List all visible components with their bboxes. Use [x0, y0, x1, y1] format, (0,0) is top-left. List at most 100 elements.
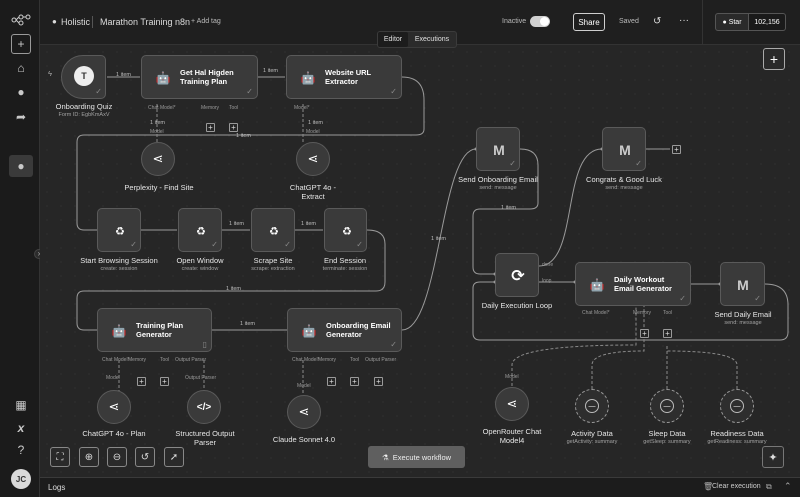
clear-execution-button[interactable]: Clear execution [712, 483, 761, 490]
add-memory-button[interactable]: + [206, 123, 215, 132]
add-node-button[interactable]: + [672, 145, 681, 154]
check-icon: ✓ [390, 340, 397, 349]
node-openrouter-chat-model[interactable]: ⋖ [495, 387, 529, 421]
saved-status: Saved [619, 18, 639, 25]
node-send-onboarding-email[interactable]: M ✓ [476, 127, 520, 171]
node-training-plan-generator[interactable]: 🤖 Training Plan Generator ▯ [97, 308, 212, 352]
workflow-name[interactable]: Marathon Training n8n [100, 17, 190, 27]
check-icon: ✓ [754, 294, 761, 303]
check-icon: ✓ [509, 159, 516, 168]
recycle-icon: ♻ [115, 225, 125, 238]
zoom-out-icon[interactable]: ⊖ [107, 447, 127, 467]
avatar[interactable]: JC [11, 469, 31, 489]
add-memory-button[interactable]: + [327, 377, 336, 386]
edge-label: 1 item [263, 68, 278, 74]
execute-workflow-button[interactable]: ⚗ Execute workflow [368, 446, 465, 468]
node-readiness-data[interactable]: — [720, 389, 754, 423]
node-sublabel: getActivity: summary [566, 439, 618, 445]
history-icon[interactable]: ↺ [653, 16, 661, 27]
help-icon[interactable]: ? [11, 440, 31, 460]
node-open-window[interactable]: ♻ ✓ [178, 208, 222, 252]
node-sublabel: send: message [605, 185, 643, 191]
node-sleep-data[interactable]: — [650, 389, 684, 423]
node-daily-workout-email-generator[interactable]: 🤖 Daily Workout Email Generator ✓ [575, 262, 691, 306]
node-claude-sonnet[interactable]: ⋖ [287, 395, 321, 429]
port-label: Model [306, 129, 320, 135]
zoom-in-icon[interactable]: ⊕ [79, 447, 99, 467]
edge-label: 1 item [431, 236, 446, 242]
tab-editor[interactable]: Editor [378, 32, 408, 47]
add-memory-button[interactable]: + [640, 329, 649, 338]
add-icon[interactable]: + [11, 34, 31, 54]
active-toggle[interactable] [530, 16, 550, 27]
node-title: Get Hal Higden Training Plan [180, 68, 234, 86]
view-tabs: Editor Executions [377, 31, 457, 48]
recycle-icon: ♻ [342, 225, 352, 238]
node-onboarding-quiz[interactable]: T ✓ [61, 55, 106, 99]
node-gpt4o-plan[interactable]: ⋖ [97, 390, 131, 424]
project-name[interactable]: Holistic [61, 17, 90, 27]
ask-ai-icon[interactable]: ✦ [762, 446, 784, 468]
node-gpt4o-extract[interactable]: ⋖ [296, 142, 330, 176]
edge-label: 1 item [150, 120, 165, 126]
node-sublabel: create: session [100, 266, 138, 272]
templates-icon[interactable]: ▦ [11, 395, 31, 415]
node-congrats-good-luck[interactable]: M ✓ [602, 127, 646, 171]
tidy-up-icon[interactable]: ➚ [164, 447, 184, 467]
reset-zoom-icon[interactable]: ↺ [135, 447, 155, 467]
add-tag-link[interactable]: + Add tag [191, 18, 221, 25]
node-label: Readiness Data [710, 429, 764, 438]
node-label: Perplexity - Find Site [124, 183, 194, 192]
add-tool-button[interactable]: + [229, 123, 238, 132]
chevron-up-icon[interactable]: ⌃ [784, 481, 792, 492]
share-button[interactable]: Share [573, 13, 605, 31]
logs-bar[interactable]: Logs 🗑 Clear execution ⧉ ⌃ [40, 477, 800, 497]
fit-view-icon[interactable]: ⛶ [50, 447, 70, 467]
oura-ring-icon: — [585, 399, 599, 413]
robot-icon: 🤖 [155, 71, 171, 85]
node-perplexity[interactable]: ⋖ [141, 142, 175, 176]
add-parser-button[interactable]: + [374, 377, 383, 386]
personal-icon[interactable]: ● [9, 155, 33, 177]
node-activity-data[interactable]: — [575, 389, 609, 423]
breadcrumb-divider [92, 16, 93, 28]
node-structured-output-parser[interactable]: </> [187, 390, 221, 424]
node-get-hal-higden[interactable]: 🤖 Get Hal Higden Training Plan ✓ [141, 55, 258, 99]
popout-icon[interactable]: ⧉ [766, 482, 772, 492]
share-arrow-icon[interactable]: ➦ [11, 107, 31, 127]
logs-label[interactable]: Logs [48, 483, 65, 492]
variables-icon[interactable]: x [11, 418, 31, 438]
node-sublabel: scrape: extraction [251, 266, 295, 272]
github-star-button[interactable]: ● Star [715, 13, 749, 31]
gmail-icon: M [493, 142, 505, 158]
add-node-icon[interactable]: + [763, 48, 785, 70]
port-label: Tool [160, 357, 170, 363]
add-tool-button[interactable]: + [350, 377, 359, 386]
user-icon[interactable]: ● [11, 82, 31, 102]
node-end-session[interactable]: ♻ ✓ [324, 208, 367, 252]
tab-executions[interactable]: Executions [408, 32, 456, 47]
workflow-canvas[interactable]: T ✓ ϟ Onboarding Quiz Form ID: EgbKmAxV … [40, 45, 800, 477]
github-star-group[interactable]: ● Star 102,156 [715, 13, 786, 31]
port-label: Tool [350, 357, 360, 363]
node-label: Activity Data [571, 429, 613, 438]
node-label: Onboarding Quiz [55, 102, 113, 111]
n8n-logo-icon[interactable] [10, 10, 32, 30]
github-icon: ● [722, 18, 727, 26]
node-website-url-extractor[interactable]: 🤖 Website URL Extractor ✓ [286, 55, 402, 99]
port-label: Model [297, 383, 311, 389]
add-tool-button[interactable]: + [663, 329, 672, 338]
add-memory-button[interactable]: + [137, 377, 146, 386]
node-title: Training Plan Generator [136, 321, 184, 339]
node-onboarding-email-generator[interactable]: 🤖 Onboarding Email Generator ✓ [287, 308, 402, 352]
more-menu-icon[interactable]: ··· [679, 15, 689, 26]
add-tool-button[interactable]: + [160, 377, 169, 386]
node-daily-execution-loop[interactable]: ⟳ [495, 253, 539, 297]
port-label: done [542, 262, 554, 268]
node-start-browsing-session[interactable]: ♻ ✓ [97, 208, 141, 252]
node-scrape-site[interactable]: ♻ ✓ [251, 208, 295, 252]
port-label: Model [505, 374, 519, 380]
home-icon[interactable]: ⌂ [11, 58, 31, 78]
node-send-daily-email[interactable]: M ✓ [720, 262, 765, 306]
loop-icon: ⟳ [511, 268, 525, 285]
